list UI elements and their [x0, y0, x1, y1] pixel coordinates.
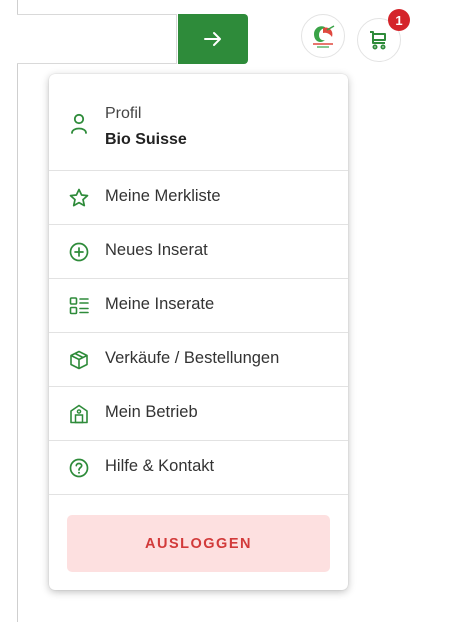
bio-suisse-logo-button[interactable] — [301, 14, 345, 58]
cart-icon — [368, 29, 390, 51]
plus-circle-icon — [69, 242, 89, 262]
package-icon — [69, 350, 89, 370]
menu-item-label: Meine Inserate — [105, 295, 215, 313]
menu-item-verkaeufe[interactable]: Verkäufe / Bestellungen — [49, 333, 348, 387]
list-icon — [69, 296, 89, 316]
cart-count-badge: 1 — [388, 9, 410, 31]
help-circle-icon — [69, 458, 89, 478]
logout-button[interactable]: AUSLOGGEN — [67, 515, 330, 572]
menu-item-hilfe-kontakt[interactable]: Hilfe & Kontakt — [49, 441, 348, 495]
menu-item-label: Verkäufe / Bestellungen — [105, 349, 280, 367]
menu-item-mein-betrieb[interactable]: Mein Betrieb — [49, 387, 348, 441]
menu-item-neues-inserat[interactable]: Neues Inserat — [49, 225, 348, 279]
star-icon — [69, 188, 89, 208]
menu-item-label: Mein Betrieb — [105, 403, 198, 421]
bio-suisse-logo-icon — [308, 22, 338, 50]
menu-item-label: Hilfe & Kontakt — [105, 457, 215, 475]
arrow-right-icon — [204, 31, 222, 47]
user-icon — [70, 113, 88, 135]
menu-item-label: Meine Merkliste — [105, 187, 221, 205]
barn-icon — [69, 404, 89, 424]
menu-item-meine-inserate[interactable]: Meine Inserate — [49, 279, 348, 333]
profile-label: Profil — [105, 105, 142, 122]
user-menu-dropdown: Profil Bio Suisse Meine Merkliste Neues … — [49, 74, 348, 590]
profile-name: Bio Suisse — [105, 131, 187, 148]
menu-item-label: Neues Inserat — [105, 241, 208, 259]
profile-menu-item[interactable]: Profil Bio Suisse — [49, 74, 348, 171]
search-input[interactable] — [17, 14, 177, 64]
frame-border — [17, 0, 18, 622]
menu-item-merkliste[interactable]: Meine Merkliste — [49, 171, 348, 225]
search-button[interactable] — [178, 14, 248, 64]
